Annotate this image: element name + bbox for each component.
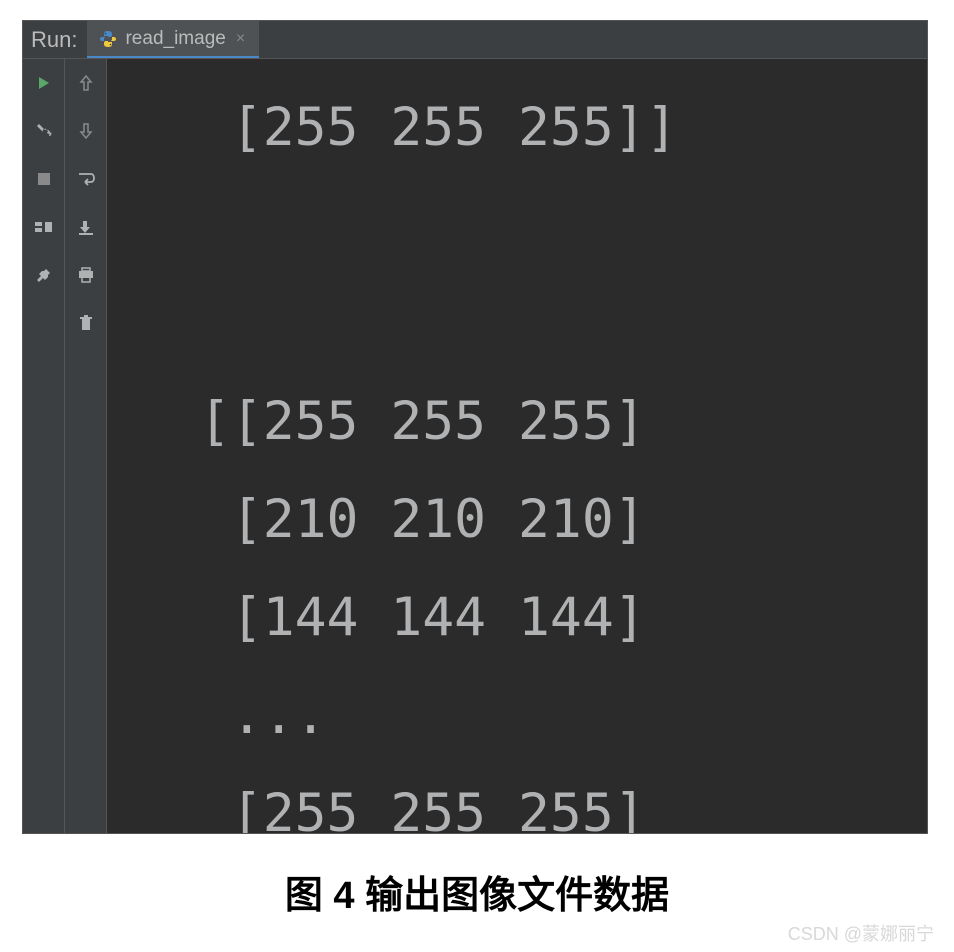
- arrow-down-icon[interactable]: [65, 107, 107, 155]
- toolbar-primary: [23, 59, 65, 833]
- output-line-6: ...: [167, 685, 327, 746]
- tab-label: read_image: [125, 28, 225, 50]
- stop-button[interactable]: [23, 155, 65, 203]
- soft-wrap-icon[interactable]: [65, 155, 107, 203]
- output-line-7: [255 255 255]: [167, 783, 646, 833]
- ide-run-panel: Run: read_image ×: [22, 20, 928, 834]
- python-file-icon: [99, 30, 117, 48]
- run-tab[interactable]: read_image ×: [87, 21, 259, 58]
- run-panel-label: Run:: [23, 27, 87, 53]
- console-output[interactable]: [255 255 255]] [[255 255 255] [210 210 2…: [107, 59, 927, 833]
- arrow-up-icon[interactable]: [65, 59, 107, 107]
- output-line-5: [144 144 144]: [167, 587, 646, 648]
- tab-bar: Run: read_image ×: [23, 21, 927, 59]
- output-line-3: [[255 255 255]: [167, 391, 646, 452]
- figure-caption: 图 4 输出图像文件数据: [0, 864, 954, 919]
- wrench-icon[interactable]: [23, 107, 65, 155]
- print-icon[interactable]: [65, 251, 107, 299]
- run-button[interactable]: [23, 59, 65, 107]
- layout-button[interactable]: [23, 203, 65, 251]
- content-area: [255 255 255]] [[255 255 255] [210 210 2…: [23, 59, 927, 833]
- scroll-to-end-icon[interactable]: [65, 203, 107, 251]
- watermark: CSDN @蒙娜丽宁: [788, 920, 934, 946]
- trash-icon[interactable]: [65, 299, 107, 347]
- pin-button[interactable]: [23, 251, 65, 299]
- output-line-4: [210 210 210]: [167, 489, 646, 550]
- output-line-0: [255 255 255]]: [167, 97, 678, 158]
- toolbar-secondary: [65, 59, 107, 833]
- close-tab-icon[interactable]: ×: [234, 30, 247, 48]
